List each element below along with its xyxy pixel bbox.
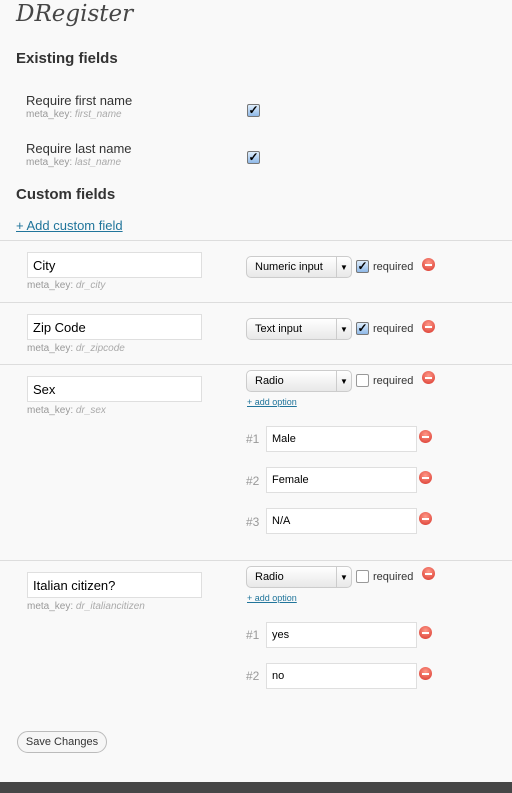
remove-field-icon[interactable]: [422, 371, 435, 384]
meta-key-value: dr_sex: [75, 405, 106, 416]
selected-type: Radio: [255, 375, 284, 387]
option-number: #3: [246, 515, 260, 529]
meta-key-label: meta_key: first_name: [26, 109, 122, 120]
option-input[interactable]: N/A: [266, 508, 417, 534]
dropdown-arrow-icon: ▼: [336, 567, 351, 587]
divider: [0, 364, 512, 365]
option-input[interactable]: Male: [266, 426, 417, 452]
field-type-select[interactable]: Radio ▼: [246, 370, 352, 392]
option-number: #2: [246, 669, 260, 683]
required-label: required: [373, 261, 414, 273]
meta-key-label: meta_key: dr_italiancitizen: [27, 601, 145, 612]
remove-field-icon[interactable]: [422, 320, 435, 333]
required-checkbox[interactable]: [356, 570, 369, 583]
remove-option-icon[interactable]: [419, 430, 432, 443]
existing-fields-heading: Existing fields: [16, 50, 118, 67]
divider: [0, 560, 512, 561]
option-input[interactable]: yes: [266, 622, 417, 648]
add-option-link[interactable]: + add option: [247, 397, 297, 407]
field-type-select[interactable]: Radio ▼: [246, 566, 352, 588]
require-first-name-label: Require first name: [26, 93, 133, 108]
required-checkbox[interactable]: ✓: [356, 322, 369, 335]
meta-key-value: last_name: [74, 157, 122, 168]
option-number: #1: [246, 628, 260, 642]
remove-option-icon[interactable]: [419, 626, 432, 639]
footer-bar: [0, 782, 512, 793]
selected-type: Text input: [255, 323, 303, 335]
meta-prefix: meta_key:: [27, 280, 74, 291]
meta-prefix: meta_key:: [26, 157, 73, 168]
meta-prefix: meta_key:: [27, 601, 74, 612]
remove-field-icon[interactable]: [422, 258, 435, 271]
field-name-input[interactable]: Italian citizen?: [27, 572, 202, 598]
divider: [0, 240, 512, 241]
meta-prefix: meta_key:: [27, 405, 74, 416]
field-type-select[interactable]: Text input ▼: [246, 318, 352, 340]
require-last-name-label: Require last name: [26, 141, 132, 156]
page-title: DRegister: [16, 1, 134, 27]
add-custom-field-link[interactable]: + Add custom field: [16, 218, 123, 233]
field-name-input[interactable]: Sex: [27, 376, 202, 402]
require-first-name-checkbox[interactable]: ✓: [247, 104, 260, 117]
meta-prefix: meta_key:: [26, 109, 73, 120]
add-option-link[interactable]: + add option: [247, 593, 297, 603]
remove-option-icon[interactable]: [419, 667, 432, 680]
meta-key-label: meta_key: dr_sex: [27, 405, 106, 416]
meta-key-label: meta_key: last_name: [26, 157, 121, 168]
meta-key-value: dr_city: [75, 280, 106, 291]
required-checkbox[interactable]: [356, 374, 369, 387]
option-input[interactable]: Female: [266, 467, 417, 493]
field-type-select[interactable]: Numeric input ▼: [246, 256, 352, 278]
field-name-input[interactable]: City: [27, 252, 202, 278]
dropdown-arrow-icon: ▼: [336, 371, 351, 391]
selected-type: Numeric input: [255, 261, 323, 273]
remove-option-icon[interactable]: [419, 512, 432, 525]
meta-key-value: dr_zipcode: [75, 343, 125, 354]
selected-type: Radio: [255, 571, 284, 583]
field-name-input[interactable]: Zip Code: [27, 314, 202, 340]
required-checkbox[interactable]: ✓: [356, 260, 369, 273]
dropdown-arrow-icon: ▼: [336, 257, 351, 277]
require-last-name-checkbox[interactable]: ✓: [247, 151, 260, 164]
option-number: #1: [246, 432, 260, 446]
remove-option-icon[interactable]: [419, 471, 432, 484]
option-input[interactable]: no: [266, 663, 417, 689]
meta-key-label: meta_key: dr_city: [27, 280, 105, 291]
meta-key-label: meta_key: dr_zipcode: [27, 343, 125, 354]
required-label: required: [373, 571, 414, 583]
divider: [0, 302, 512, 303]
meta-key-value: dr_italiancitizen: [75, 601, 145, 612]
option-number: #2: [246, 474, 260, 488]
meta-key-value: first_name: [74, 109, 122, 120]
required-label: required: [373, 323, 414, 335]
save-changes-button[interactable]: Save Changes: [17, 731, 107, 753]
custom-fields-heading: Custom fields: [16, 186, 116, 203]
remove-field-icon[interactable]: [422, 567, 435, 580]
dropdown-arrow-icon: ▼: [336, 319, 351, 339]
required-label: required: [373, 375, 414, 387]
meta-prefix: meta_key:: [27, 343, 74, 354]
